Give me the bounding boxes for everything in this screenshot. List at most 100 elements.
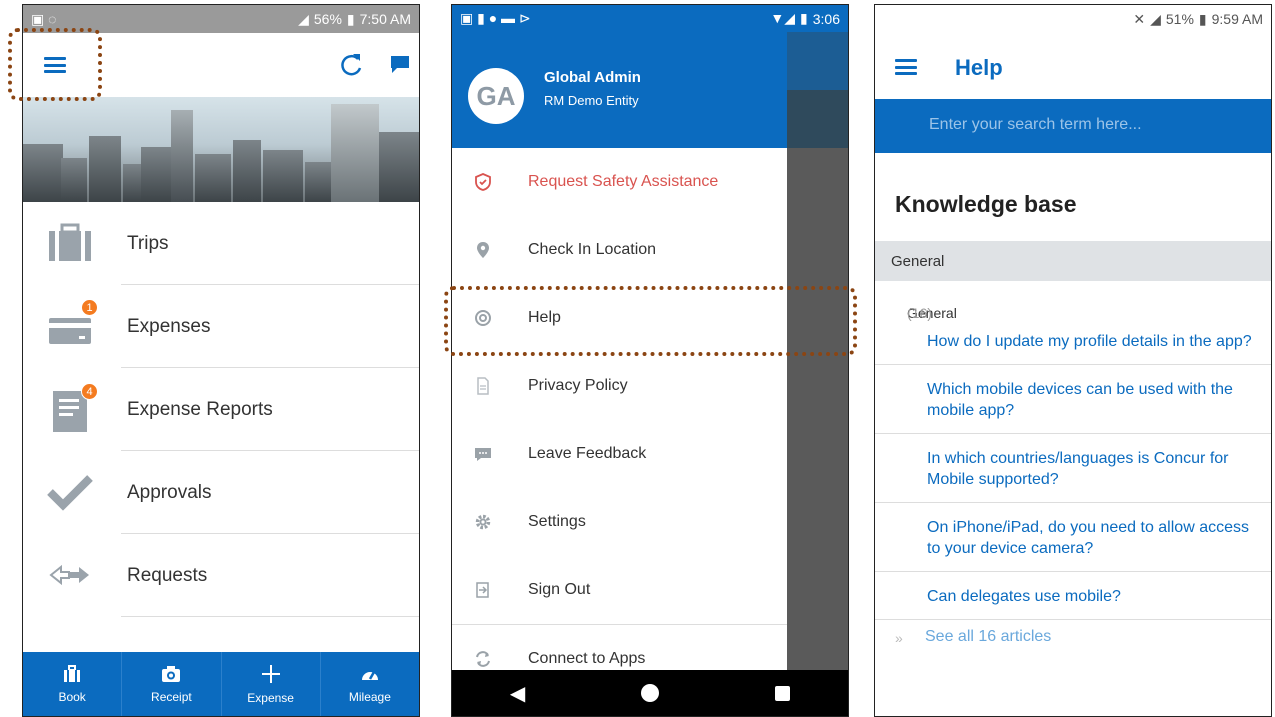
tab-mileage[interactable]: Mileage	[321, 652, 419, 716]
section-label: General	[891, 253, 945, 270]
category-header: General (16)	[875, 281, 1271, 321]
signal-icon: ◢	[298, 10, 309, 27]
section-header-general[interactable]: General	[875, 241, 1271, 281]
article-link[interactable]: In which countries/languages is Concur f…	[875, 434, 1271, 503]
search-bar[interactable]: Enter your search term here...	[875, 99, 1271, 153]
chevron-right-icon: »	[895, 630, 903, 646]
knowledge-base-heading: Knowledge base	[875, 153, 1271, 241]
status-time: 3:06	[812, 10, 840, 27]
suitcase-icon	[49, 223, 91, 261]
menu-item-approvals[interactable]: Approvals	[23, 451, 419, 534]
shield-icon	[475, 173, 491, 191]
tab-label: Book	[58, 689, 86, 704]
see-all-articles-link[interactable]: » See all 16 articles	[875, 620, 1271, 656]
checkmark-icon	[47, 475, 93, 511]
tab-book[interactable]: Book	[23, 652, 123, 716]
menu-item-label: Expense Reports	[127, 398, 273, 420]
status-time: 7:50 AM	[359, 11, 411, 27]
article-link[interactable]: On iPhone/iPad, do you need to allow acc…	[875, 503, 1271, 572]
article-link[interactable]: Which mobile devices can be used with th…	[875, 365, 1271, 434]
drawer-item-check-in-location[interactable]: Check In Location	[452, 216, 787, 284]
status-bar: ▣ ▮ ● ▬ ⊳ ▼◢ ▮ 3:06	[452, 5, 848, 32]
help-screen: ✕ ◢ 51% ▮ 9:59 AM Help Enter your search…	[874, 4, 1272, 717]
drawer-item-sign-out[interactable]: Sign Out	[452, 556, 787, 624]
expenses-count-badge: 1	[81, 299, 98, 316]
chat-bubble-icon	[475, 448, 491, 461]
refresh-icon[interactable]	[339, 51, 363, 77]
drawer-item-settings[interactable]: Settings	[452, 488, 787, 556]
home-icon[interactable]	[641, 684, 660, 702]
menu-item-label: Trips	[127, 232, 169, 254]
drawer-item-label: Settings	[528, 513, 586, 530]
battery-level: 56%	[313, 11, 342, 27]
menu-item-trips[interactable]: Trips	[23, 202, 419, 285]
android-nav-bar: ◀	[452, 670, 848, 716]
article-link[interactable]: How do I update my profile details in th…	[875, 317, 1271, 365]
navigation-drawer-screen: ▣ ▮ ● ▬ ⊳ ▼◢ ▮ 3:06 GA Global Admin RM D…	[451, 4, 849, 717]
drawer-item-label: Privacy Policy	[528, 377, 628, 394]
page-title: Help	[955, 55, 1003, 80]
drawer-item-label: Request Safety Assistance	[528, 173, 719, 190]
hamburger-menu-icon[interactable]	[895, 59, 917, 75]
article-link[interactable]: Can delegates use mobile?	[875, 572, 1271, 620]
notification-icons: ▣ ▮ ● ▬ ⊳	[460, 10, 531, 26]
chat-icon[interactable]	[389, 53, 411, 75]
plus-icon	[261, 664, 280, 683]
document-icon	[477, 377, 489, 395]
drawer-item-label: Check In Location	[528, 241, 657, 258]
drawer-item-request-safety[interactable]: Request Safety Assistance	[452, 148, 787, 216]
menu-item-label: Expenses	[127, 315, 211, 337]
menu-item-requests[interactable]: Requests	[23, 534, 419, 617]
recents-icon[interactable]	[775, 685, 791, 701]
speedometer-icon	[361, 670, 378, 680]
see-all-label: See all 16 articles	[925, 628, 1052, 645]
city-skyline-banner	[23, 97, 419, 202]
home-screen: ▣ ◌ ◢ 56% ▮ 7:50 AM Trips 1 Expenses 4 E…	[22, 4, 420, 717]
menu-item-expense-reports[interactable]: 4 Expense Reports	[23, 368, 419, 451]
section-title: Knowledge base	[895, 191, 1077, 217]
drawer-item-privacy-policy[interactable]: Privacy Policy	[452, 352, 787, 420]
drawer-item-label: Leave Feedback	[528, 445, 647, 462]
back-icon[interactable]: ◀	[510, 681, 525, 706]
drawer-item-label: Sign Out	[528, 581, 591, 598]
battery-icon: ▮	[800, 10, 808, 26]
help-header: Help	[875, 33, 1271, 99]
sync-icon	[476, 651, 490, 667]
battery-icon: ▮	[346, 10, 355, 27]
search-input[interactable]: Enter your search term here...	[929, 116, 1142, 134]
tab-label: Mileage	[348, 689, 391, 704]
reports-count-badge: 4	[81, 383, 98, 400]
tab-receipt[interactable]: Receipt	[122, 652, 222, 716]
drawer-item-connect-to-apps[interactable]: Connect to Apps	[452, 625, 787, 670]
request-arrows-icon	[49, 564, 89, 586]
highlight-help-item	[444, 286, 857, 356]
suitcase-icon	[64, 664, 81, 682]
battery-icon: ▮	[1198, 10, 1207, 27]
notification-icon: ▣ ◌	[31, 10, 57, 27]
highlight-hamburger	[8, 28, 102, 101]
wifi-icon: ▼◢	[770, 10, 796, 26]
menu-item-expenses[interactable]: 1 Expenses	[23, 285, 419, 368]
wifi-icon: ◢	[1150, 10, 1161, 27]
status-time: 9:59 AM	[1211, 11, 1263, 27]
bottom-tab-bar: Book Receipt Expense Mileage	[23, 652, 419, 716]
tab-label: Expense	[247, 690, 294, 705]
camera-icon	[162, 665, 181, 682]
home-menu: Trips 1 Expenses 4 Expense Reports Appro…	[23, 202, 419, 617]
divider	[121, 616, 419, 617]
gear-icon	[475, 514, 491, 530]
menu-item-label: Requests	[127, 564, 208, 586]
user-entity: RM Demo Entity	[544, 93, 639, 108]
tab-label: Receipt	[151, 689, 192, 704]
tab-expense[interactable]: Expense	[222, 652, 321, 716]
battery-level: 51%	[1165, 11, 1194, 27]
sign-out-icon	[476, 582, 489, 598]
drawer-item-label: Connect to Apps	[528, 650, 646, 667]
menu-item-label: Approvals	[127, 481, 212, 503]
drawer-header: GA Global Admin RM Demo Entity	[452, 32, 787, 148]
location-pin-icon	[477, 242, 489, 258]
mute-icon: ✕	[1133, 10, 1146, 27]
drawer-item-leave-feedback[interactable]: Leave Feedback	[452, 420, 787, 488]
avatar[interactable]: GA	[468, 68, 524, 124]
user-name: Global Admin	[544, 69, 641, 86]
